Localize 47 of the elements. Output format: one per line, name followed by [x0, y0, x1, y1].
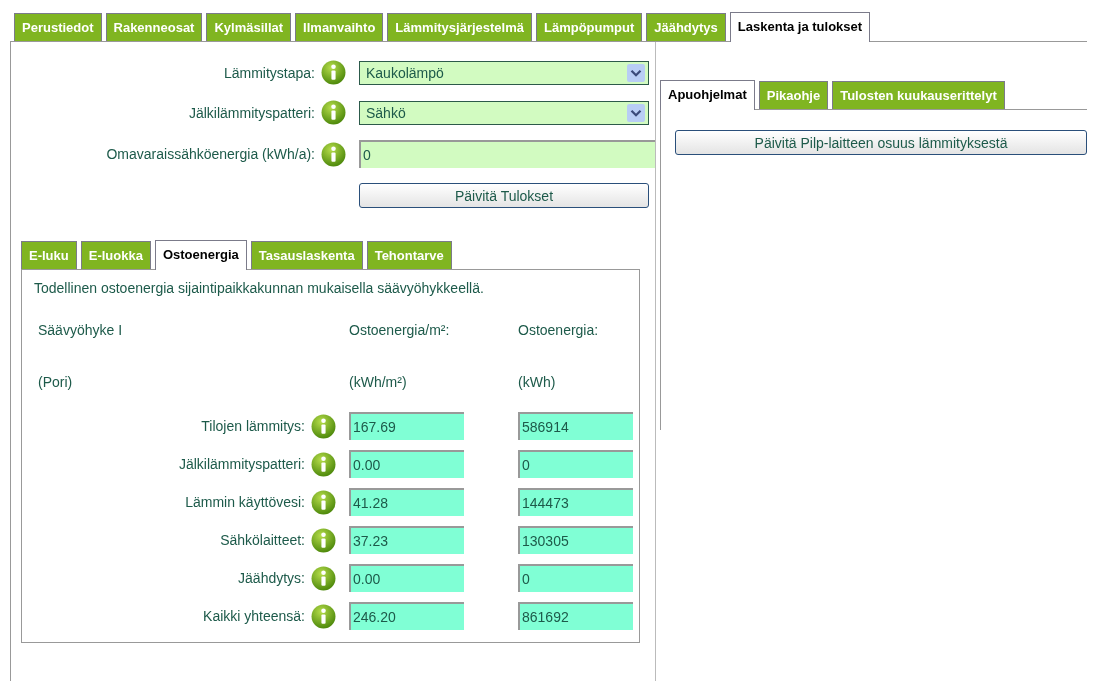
value-field[interactable]: 37.23: [349, 526, 464, 554]
update-heat-pump-share-button[interactable]: Päivitä Pilp-laitteen osuus lämmityksestä: [675, 130, 1087, 155]
description-text: Todellinen ostoenergia sijaintipaikkakunnan mukaisella säävyöhykkeellä.: [34, 280, 485, 296]
row-label: Lämmin käyttövesi:: [185, 494, 305, 510]
column-header: Säävyöhyke I: [37, 322, 124, 338]
field-label: Lämmitystapa:: [222, 64, 316, 81]
column-header: Ostoenergia/m²:: [349, 322, 451, 338]
column-header: Ostoenergia:: [518, 322, 600, 338]
dropdown[interactable]: Kaukolämpö: [359, 60, 649, 85]
info-icon[interactable]: [321, 60, 346, 85]
value-field[interactable]: 246.20: [349, 602, 464, 630]
row-label: Jälkilämmityspatteri:: [178, 456, 305, 472]
info-icon[interactable]: [311, 451, 336, 477]
dropdown[interactable]: Sähkö: [359, 100, 649, 125]
value-field[interactable]: 130305: [518, 526, 633, 554]
field-label: Jälkilämmityspatteri:: [187, 104, 316, 121]
value-field[interactable]: 586914: [518, 412, 633, 440]
row-label: Jäähdytys:: [238, 570, 305, 586]
value-field[interactable]: 0.00: [349, 450, 464, 478]
info-icon[interactable]: [321, 100, 346, 125]
unit-label: (kWh/m²): [349, 374, 408, 390]
row-label: Sähkölaitteet:: [220, 532, 305, 548]
value-field[interactable]: 41.28: [349, 488, 464, 516]
input-field[interactable]: 0: [359, 140, 655, 168]
info-icon[interactable]: [311, 489, 336, 515]
value-field[interactable]: 0: [518, 564, 633, 592]
tab[interactable]: Laskenta ja tulokset: [729, 12, 871, 42]
info-icon[interactable]: [311, 527, 336, 553]
value-field[interactable]: 0: [518, 450, 633, 478]
info-icon[interactable]: [311, 413, 336, 439]
value-field[interactable]: 861692: [518, 602, 633, 630]
row-label: Tilojen lämmitys:: [201, 418, 305, 434]
chevron-down-icon: [627, 63, 645, 82]
tab[interactable]: Ostoenergia: [154, 240, 247, 270]
unit-label: (kWh): [518, 374, 557, 390]
info-icon[interactable]: [321, 141, 346, 167]
value-field[interactable]: 167.69: [349, 412, 464, 440]
row-label: Kaikki yhteensä:: [203, 608, 305, 624]
info-icon[interactable]: [311, 565, 336, 591]
info-icon[interactable]: [311, 603, 336, 629]
value-field[interactable]: 144473: [518, 488, 633, 516]
value-field[interactable]: 0.00: [349, 564, 464, 592]
tab[interactable]: Apuohjelmat: [660, 80, 755, 110]
location-label: (Pori): [37, 374, 74, 390]
update-results-button[interactable]: Päivitä Tulokset: [359, 183, 649, 208]
field-label: Omavaraissähköenergia (kWh/a):: [105, 146, 316, 162]
chevron-down-icon: [627, 103, 645, 122]
